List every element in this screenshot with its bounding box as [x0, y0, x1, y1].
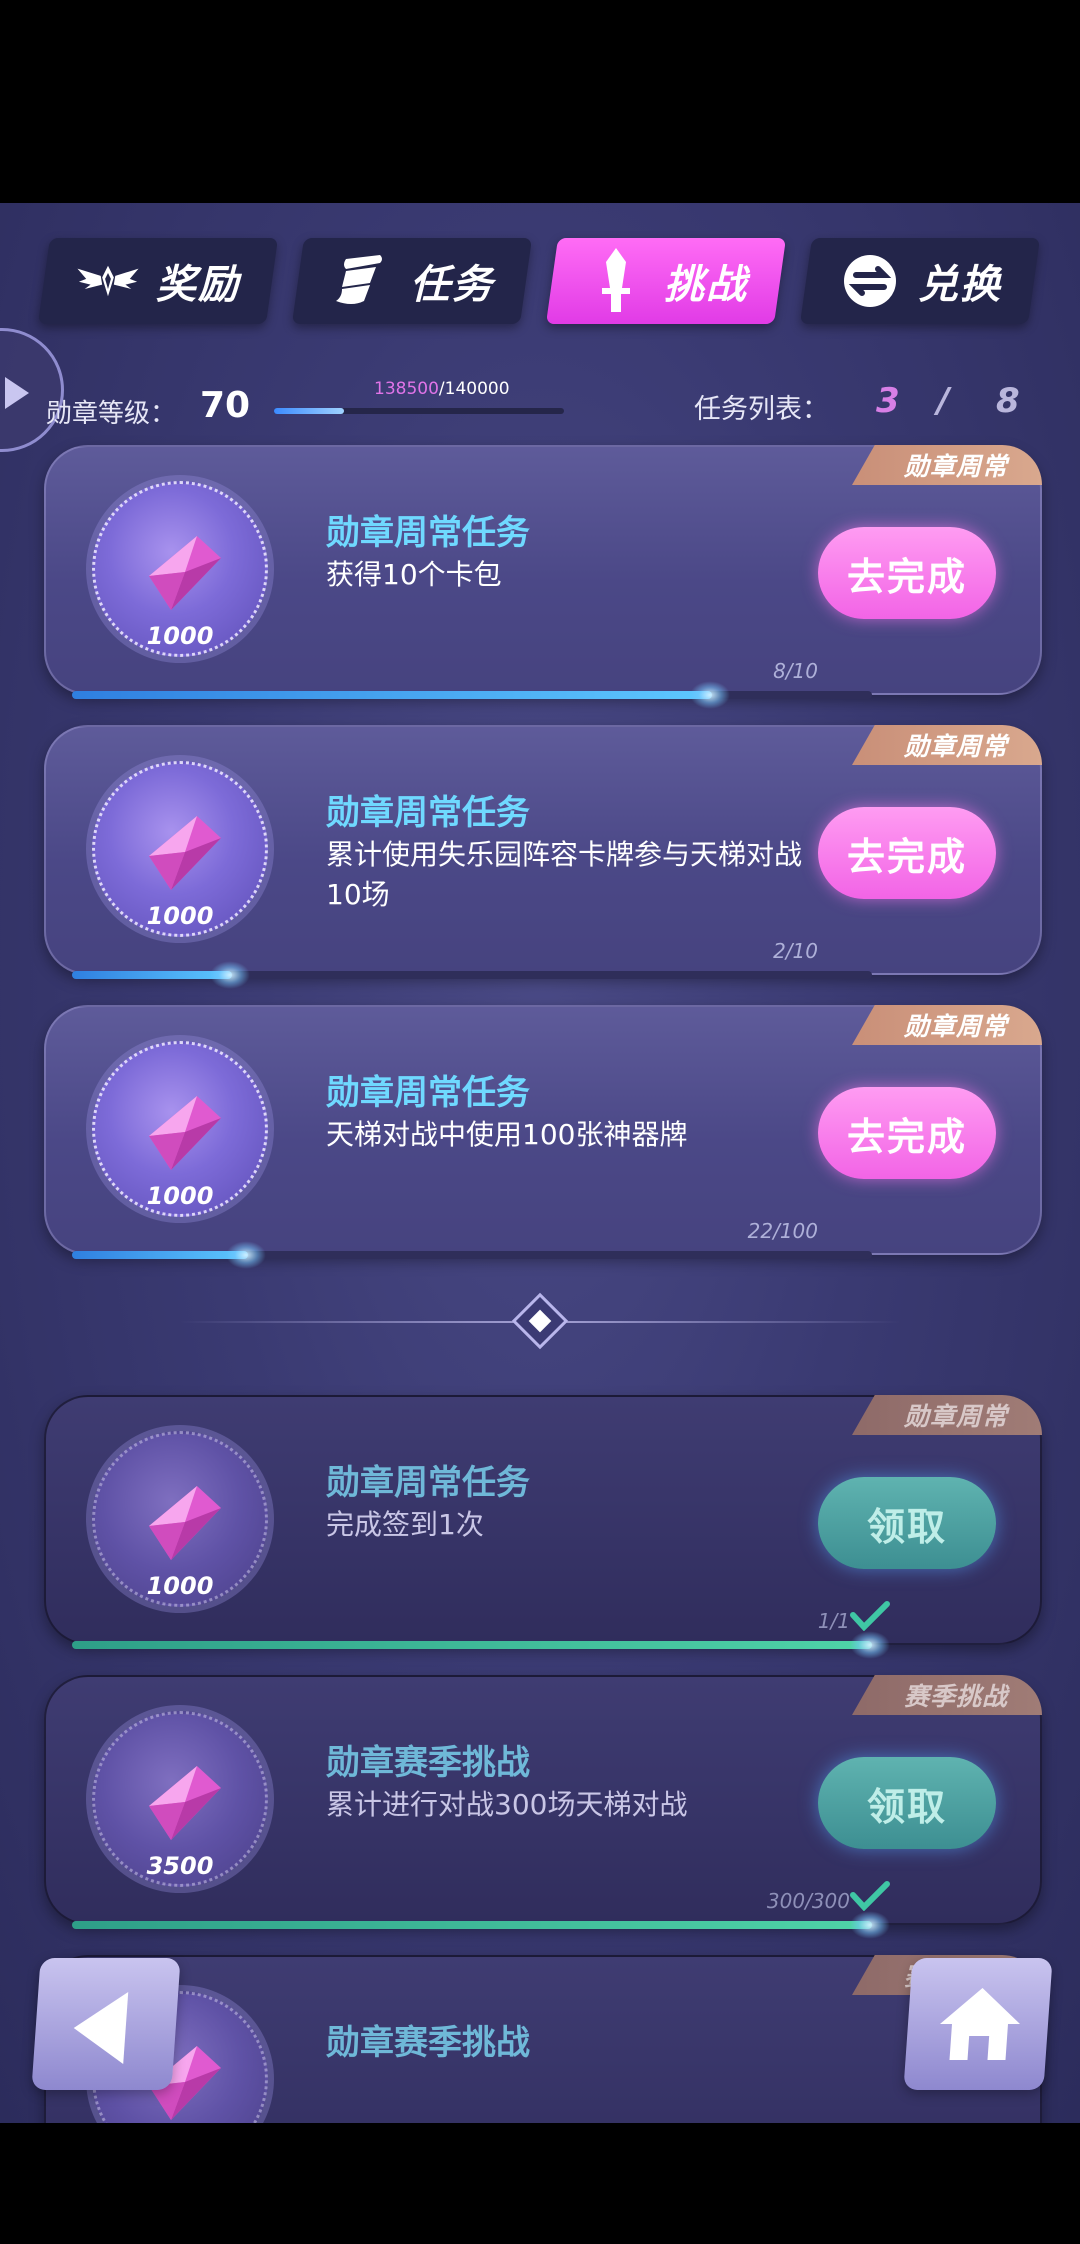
- back-button[interactable]: [31, 1958, 181, 2090]
- task-progress-fill: [72, 961, 250, 989]
- task-card: 勋章周常 1000 勋章周常任务天梯对战中使用100张神器牌 去完成 22/100: [44, 1005, 1042, 1269]
- task-title: 勋章周常任务: [326, 1463, 530, 1503]
- task-tag: 勋章周常: [852, 725, 1042, 765]
- scroll-icon: [330, 253, 394, 309]
- task-card: 赛季挑战勋章赛季挑战: [44, 1955, 1042, 2123]
- reward-badge: 1000: [92, 1431, 268, 1607]
- tab-bar: 奖励 任务 挑战 兑换: [37, 238, 1044, 324]
- task-title: 勋章赛季挑战: [326, 2023, 530, 2063]
- xp-total: /140000: [438, 379, 510, 399]
- task-tag: 勋章周常: [852, 1005, 1042, 1045]
- task-card: 勋章周常 1000 勋章周常任务累计使用失乐园阵容卡牌参与天梯对战10场 去完成 2/1…: [44, 725, 1042, 989]
- task-progress-text: 8/10: [773, 659, 818, 683]
- task-list-separator: /: [937, 381, 950, 421]
- tab-tasks[interactable]: 任务: [291, 238, 533, 324]
- medal-level-value: 70: [200, 385, 251, 426]
- task-progress-fill: [72, 681, 730, 709]
- task-tag-label: 勋章周常: [903, 452, 1008, 481]
- crystal-gem-icon: [149, 816, 221, 890]
- medal-level-label: 勋章等级：: [46, 399, 177, 429]
- tab-exchange[interactable]: 兑换: [799, 238, 1041, 324]
- crystal-gem-icon: [149, 1486, 221, 1560]
- exchange-icon: [838, 253, 902, 309]
- task-tag: 勋章周常: [852, 445, 1042, 485]
- go-complete-button[interactable]: 去完成: [818, 527, 996, 619]
- task-progress-bar: [72, 1911, 890, 1939]
- task-progress-bar: [72, 1241, 872, 1269]
- task-title: 勋章周常任务: [326, 513, 530, 553]
- task-progress-bar: [72, 1631, 890, 1659]
- task-tag: 勋章周常: [852, 1395, 1042, 1435]
- checkmark-icon: [850, 1881, 890, 1911]
- reward-value: 3500: [146, 1852, 214, 1880]
- task-description: 天梯对战中使用100张神器牌: [326, 1118, 688, 1151]
- task-tag-label: 赛季挑战: [903, 1682, 1008, 1711]
- diamond-divider-icon: [511, 1292, 569, 1350]
- reward-badge: 1000: [92, 481, 268, 657]
- tab-rewards[interactable]: 奖励: [37, 238, 279, 324]
- reward-value: 1000: [146, 1572, 214, 1600]
- crystal-gem-icon: [149, 536, 221, 610]
- go-complete-button[interactable]: 去完成: [818, 1087, 996, 1179]
- tab-challenge[interactable]: 挑战: [545, 238, 787, 324]
- task-progress-bar: [72, 961, 872, 989]
- tab-tasks-label: 任务: [410, 262, 494, 308]
- claim-button[interactable]: 领取: [818, 1477, 996, 1569]
- task-progress-fill: [72, 1631, 890, 1659]
- crystal-gem-icon: [149, 1766, 221, 1840]
- checkmark-icon: [850, 1601, 890, 1631]
- reward-value: 1000: [146, 1182, 214, 1210]
- task-progress-bar: [72, 681, 872, 709]
- task-progress-text: 1/1: [817, 1609, 850, 1633]
- task-progress-fill: [72, 1911, 890, 1939]
- back-arrow-icon: [71, 1992, 129, 2064]
- crystal-gem-icon: [149, 1096, 221, 1170]
- play-arrow-icon: [5, 377, 29, 409]
- task-card: 勋章周常 1000 勋章周常任务获得10个卡包 去完成 8/10: [44, 445, 1042, 709]
- task-description: 累计使用失乐园阵容卡牌参与天梯对战10场: [326, 838, 803, 911]
- task-progress-fill: [72, 1241, 266, 1269]
- task-tag-label: 勋章周常: [903, 732, 1008, 761]
- xp-progress-fill: [274, 408, 344, 414]
- reward-badge: 3500: [92, 1711, 268, 1887]
- reward-badge: 1000: [92, 1041, 268, 1217]
- xp-current: 138500: [374, 379, 439, 399]
- task-tag: 赛季挑战: [852, 1675, 1042, 1715]
- task-tag-label: 勋章周常: [903, 1012, 1008, 1041]
- task-list-label: 任务列表：: [694, 394, 829, 425]
- wings-emblem-icon: [76, 253, 140, 309]
- task-title: 勋章周常任务: [326, 1073, 530, 1113]
- claim-button[interactable]: 领取: [818, 1757, 996, 1849]
- reward-value: 1000: [146, 902, 214, 930]
- task-progress-text: 300/300: [766, 1889, 850, 1913]
- task-description: 累计进行对战300场天梯对战: [326, 1788, 688, 1821]
- xp-progress-bar: [274, 408, 564, 414]
- task-list-current: 3: [876, 381, 900, 421]
- task-description: 获得10个卡包: [326, 558, 502, 591]
- reward-value: 1000: [146, 622, 214, 650]
- game-screen: 奖励 任务 挑战 兑换 勋章等级： 70 138500/140000 任务列表：…: [0, 203, 1080, 2123]
- task-title: 勋章赛季挑战: [326, 1743, 530, 1783]
- home-icon: [939, 1988, 1020, 2060]
- home-button[interactable]: [903, 1958, 1053, 2090]
- task-list-total: 8: [996, 381, 1020, 421]
- tab-challenge-label: 挑战: [664, 262, 748, 308]
- task-progress-text: 22/100: [747, 1219, 818, 1243]
- sword-icon: [584, 248, 648, 312]
- tab-exchange-label: 兑换: [918, 262, 1002, 308]
- task-card: 勋章周常 1000 勋章周常任务完成签到1次 领取 1/1: [44, 1395, 1042, 1659]
- go-complete-button[interactable]: 去完成: [818, 807, 996, 899]
- side-expand-button[interactable]: [0, 328, 64, 452]
- task-description: 完成签到1次: [326, 1508, 484, 1541]
- tab-rewards-label: 奖励: [156, 262, 240, 308]
- task-card: 赛季挑战 3500 勋章赛季挑战累计进行对战300场天梯对战 领取 300/300: [44, 1675, 1042, 1939]
- task-progress-text: 2/10: [773, 939, 818, 963]
- task-title: 勋章周常任务: [326, 793, 530, 833]
- reward-badge: 1000: [92, 761, 268, 937]
- task-tag-label: 勋章周常: [903, 1402, 1008, 1431]
- xp-progress-text: 138500/140000: [374, 379, 510, 399]
